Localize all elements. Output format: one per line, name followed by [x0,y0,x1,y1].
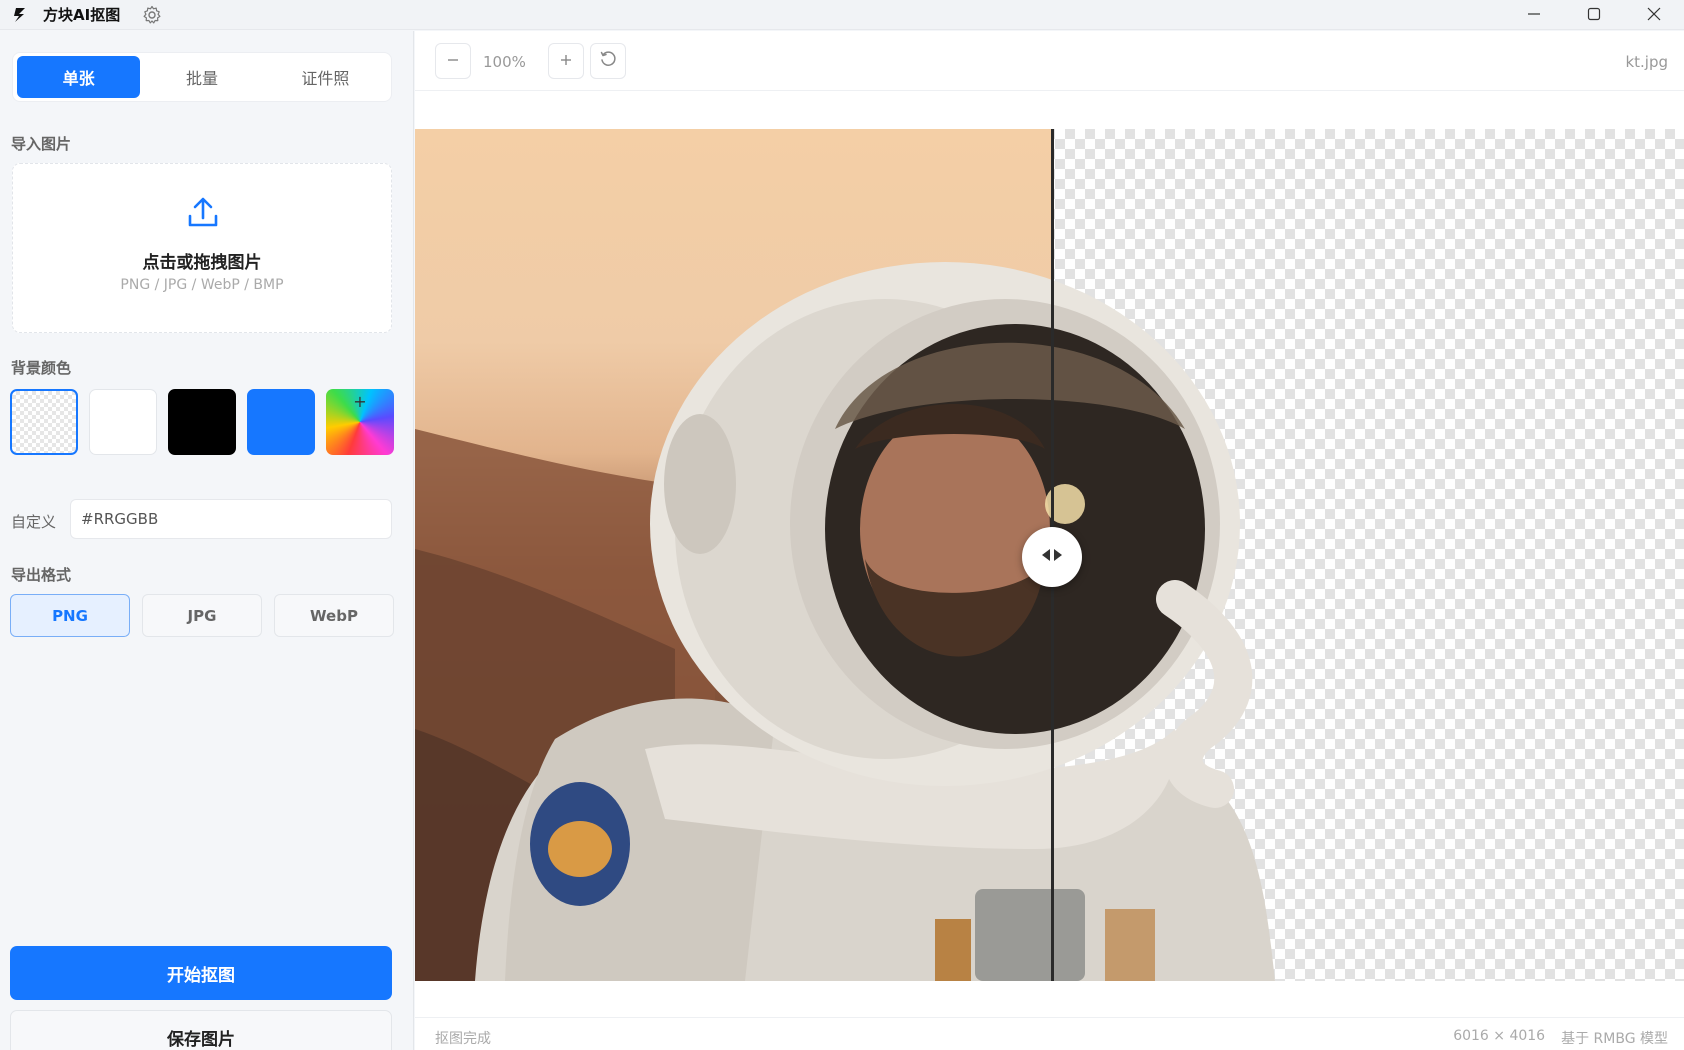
format-webp-button[interactable]: WebP [274,594,394,637]
left-right-arrows-icon [1038,547,1066,567]
minimize-button[interactable] [1504,0,1564,30]
swatch-custom-color-picker[interactable]: + [326,389,394,455]
zoom-in-button[interactable] [548,43,584,79]
plus-icon [559,52,573,71]
image-dimensions: 6016 × 4016 [1453,1028,1546,1044]
tab-batch[interactable]: 批量 [140,56,263,98]
start-cutout-button[interactable]: 开始抠图 [10,946,392,1000]
close-button[interactable] [1624,0,1684,30]
dropzone-title: 点击或拖拽图片 [142,253,262,273]
status-bar: 抠图完成 6016 × 4016 基于 RMBG 模型 [415,1017,1684,1050]
zoom-out-button[interactable] [435,43,471,79]
title-bar: 方块AI抠图 [0,0,1684,30]
mode-tabs: 单张 批量 证件照 [12,52,392,102]
background-section-label: 背景颜色 [11,359,72,377]
image-dropzone[interactable]: 点击或拖拽图片 PNG / JPG / WebP / BMP [12,163,392,333]
compare-canvas[interactable] [415,129,1684,981]
export-formats: PNG JPG WebP [10,594,394,637]
tab-single[interactable]: 单张 [17,56,141,98]
lightning-logo-icon [13,7,27,23]
tab-id-photo[interactable]: 证件照 [264,56,387,98]
format-jpg-button[interactable]: JPG [142,594,262,637]
preview-toolbar: 100% kt.jpg [415,31,1684,91]
file-name: kt.jpg [1625,53,1668,71]
swatch-transparent[interactable] [10,389,78,455]
swatch-white[interactable] [89,389,157,455]
custom-color-input[interactable] [70,499,392,539]
import-section-label: 导入图片 [11,135,72,153]
minus-icon [446,52,460,71]
save-image-button[interactable]: 保存图片 [10,1010,392,1050]
app-title: 方块AI抠图 [43,6,121,24]
plus-icon: + [353,392,367,411]
custom-color-label: 自定义 [11,513,57,531]
maximize-icon [1587,6,1601,25]
format-png-button[interactable]: PNG [10,594,130,637]
minimize-icon [1527,6,1541,25]
compare-slider-handle[interactable] [1022,527,1082,587]
background-swatches: + [10,389,394,455]
reset-view-button[interactable] [590,43,626,79]
swatch-black[interactable] [168,389,236,455]
rotate-reset-icon [599,50,617,72]
close-icon [1647,6,1661,25]
swatch-blue[interactable] [247,389,315,455]
sidebar: 单张 批量 证件照 导入图片 点击或拖拽图片 PNG / JPG / WebP … [0,31,414,1050]
status-message: 抠图完成 [435,1031,491,1047]
zoom-level: 100% [483,53,526,71]
preview-panel: 100% kt.jpg 抠图完成 6016 × 4016 基于 RMBG 模型 [415,31,1684,1050]
upload-icon [185,194,221,230]
dropzone-formats-hint: PNG / JPG / WebP / BMP [120,277,284,293]
gear-icon[interactable] [142,5,162,25]
model-info: 基于 RMBG 模型 [1561,1031,1668,1047]
export-section-label: 导出格式 [11,566,72,584]
maximize-button[interactable] [1564,0,1624,30]
